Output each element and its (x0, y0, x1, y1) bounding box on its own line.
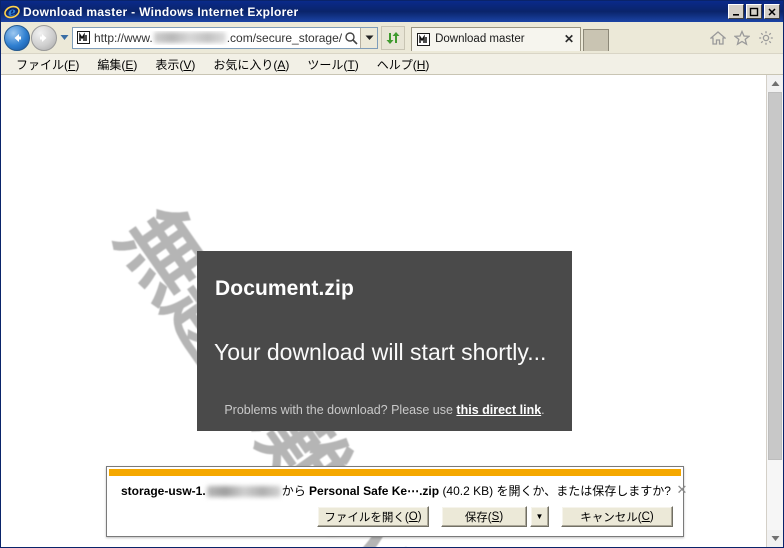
save-button-group: 保存(S) ▼ (441, 506, 549, 527)
address-bar[interactable]: http://www. .com/secure_storage/ (72, 26, 379, 49)
tab-label: Download master (435, 33, 525, 45)
download-help-suffix: . (541, 403, 545, 417)
menu-tools-key: T (347, 57, 355, 72)
cancel-button-key: C (641, 510, 650, 523)
notification-host: storage-usw-1. (121, 484, 206, 498)
notification-filesize: (40.2 KB) (442, 484, 494, 498)
open-button-label: ファイルを開く( (324, 511, 409, 524)
menu-view-label: 表示( (155, 57, 184, 72)
maximize-button[interactable] (746, 4, 762, 19)
search-icon[interactable] (342, 28, 360, 48)
toolbar-icons (701, 29, 780, 46)
menu-bar: ファイル(F) 編集(E) 表示(V) お気に入り(A) ツール(T) ヘルプ(… (1, 54, 783, 75)
scrollbar-thumb[interactable] (768, 92, 782, 460)
save-button-key: S (491, 510, 500, 523)
save-button-close: ) (499, 510, 504, 523)
window-controls (728, 4, 781, 19)
new-tab-button[interactable] (583, 28, 610, 51)
cancel-button-label: キャンセル( (580, 511, 642, 524)
vertical-scrollbar[interactable] (766, 75, 783, 547)
notification-host-redacted (206, 485, 281, 497)
url-redacted-host (153, 32, 226, 43)
notification-close-icon[interactable]: ✕ (675, 482, 689, 497)
browser-window: e Download master - Windows Internet Exp… (0, 0, 784, 548)
forward-button[interactable] (31, 24, 57, 51)
cancel-button-close: ) (649, 510, 654, 523)
internet-explorer-logo-icon: e (4, 4, 20, 20)
open-button-close: ) (417, 510, 422, 523)
menu-item-view[interactable]: 表示(V) (146, 55, 204, 74)
menu-item-tools[interactable]: ツール(T) (298, 55, 367, 74)
close-button[interactable] (764, 4, 780, 19)
menu-edit-close: ) (133, 57, 138, 72)
home-icon[interactable] (709, 29, 726, 46)
minimize-button[interactable] (728, 4, 744, 19)
menu-tools-close: ) (354, 57, 359, 72)
download-status-text: Your download will start shortly... (214, 339, 547, 365)
navigation-toolbar: http://www. .com/secure_storage/ Downloa… (1, 22, 783, 54)
scroll-up-arrow-icon[interactable] (767, 75, 783, 92)
save-dropdown-button[interactable]: ▼ (530, 506, 549, 527)
refresh-button[interactable] (381, 25, 406, 50)
svg-text:e: e (8, 5, 16, 19)
menu-item-favorites[interactable]: お気に入り(A) (204, 55, 298, 74)
notification-question: を開くか、または保存しますか? (496, 484, 671, 498)
menu-item-help[interactable]: ヘルプ(H) (368, 55, 439, 74)
url-suffix: .com/secure_storage/ (226, 30, 343, 45)
window-title: Download master - Windows Internet Explo… (23, 4, 299, 19)
save-button-label: 保存( (464, 511, 492, 524)
cancel-button[interactable]: キャンセル(C) (561, 506, 673, 527)
scrollbar-track[interactable] (767, 92, 783, 530)
menu-favorites-label: お気に入り( (213, 57, 278, 72)
menu-file-close: ) (75, 57, 80, 72)
download-notification-bar: storage-usw-1. から Personal Safe Ke⋯.zip (… (106, 466, 687, 537)
save-button[interactable]: 保存(S) (441, 506, 527, 527)
tab-favicon-icon (416, 32, 430, 46)
menu-file-label: ファイル( (16, 57, 68, 72)
url-prefix: http://www. (94, 30, 153, 45)
notification-message: storage-usw-1. から Personal Safe Ke⋯.zip (… (121, 483, 671, 499)
menu-item-file[interactable]: ファイル(F) (7, 55, 88, 74)
favorites-star-icon[interactable] (733, 29, 750, 46)
back-button[interactable] (4, 24, 30, 51)
download-panel: Document.zip Your download will start sh… (197, 251, 572, 431)
menu-help-close: ) (425, 57, 430, 72)
notification-buttons: ファイルを開く(O) 保存(S) ▼ キャンセル(C) (107, 503, 683, 536)
gear-icon[interactable] (757, 29, 774, 46)
title-bar: e Download master - Windows Internet Exp… (1, 1, 783, 22)
history-dropdown-icon[interactable] (58, 26, 70, 50)
download-filename: Document.zip (215, 277, 354, 300)
menu-favorites-close: ) (285, 57, 290, 72)
page-icon (75, 29, 91, 46)
open-button-key: O (408, 510, 418, 523)
direct-link[interactable]: this direct link (456, 403, 541, 417)
menu-tools-label: ツール( (307, 57, 348, 72)
tab-download-master[interactable]: Download master ✕ (411, 26, 582, 51)
notification-body: storage-usw-1. から Personal Safe Ke⋯.zip (… (107, 476, 687, 503)
tab-strip: Download master ✕ (411, 25, 701, 51)
download-help-prefix: Problems with the download? Please use (224, 403, 457, 417)
scroll-down-arrow-icon[interactable] (767, 530, 783, 547)
notification-filename: Personal Safe Ke⋯.zip (309, 484, 440, 498)
menu-item-edit[interactable]: 編集(E) (88, 55, 146, 74)
address-dropdown-icon[interactable] (360, 27, 378, 48)
menu-edit-label: 編集( (97, 57, 126, 72)
menu-help-label: ヘルプ( (376, 57, 417, 72)
open-file-button[interactable]: ファイルを開く(O) (317, 506, 429, 527)
tab-close-icon[interactable]: ✕ (562, 32, 576, 46)
notification-from-word: から (281, 484, 306, 498)
download-help-text: Problems with the download? Please use t… (197, 403, 572, 417)
address-url: http://www. .com/secure_storage/ (94, 31, 342, 45)
notification-accent-stripe (109, 469, 681, 476)
menu-view-close: ) (191, 57, 196, 72)
